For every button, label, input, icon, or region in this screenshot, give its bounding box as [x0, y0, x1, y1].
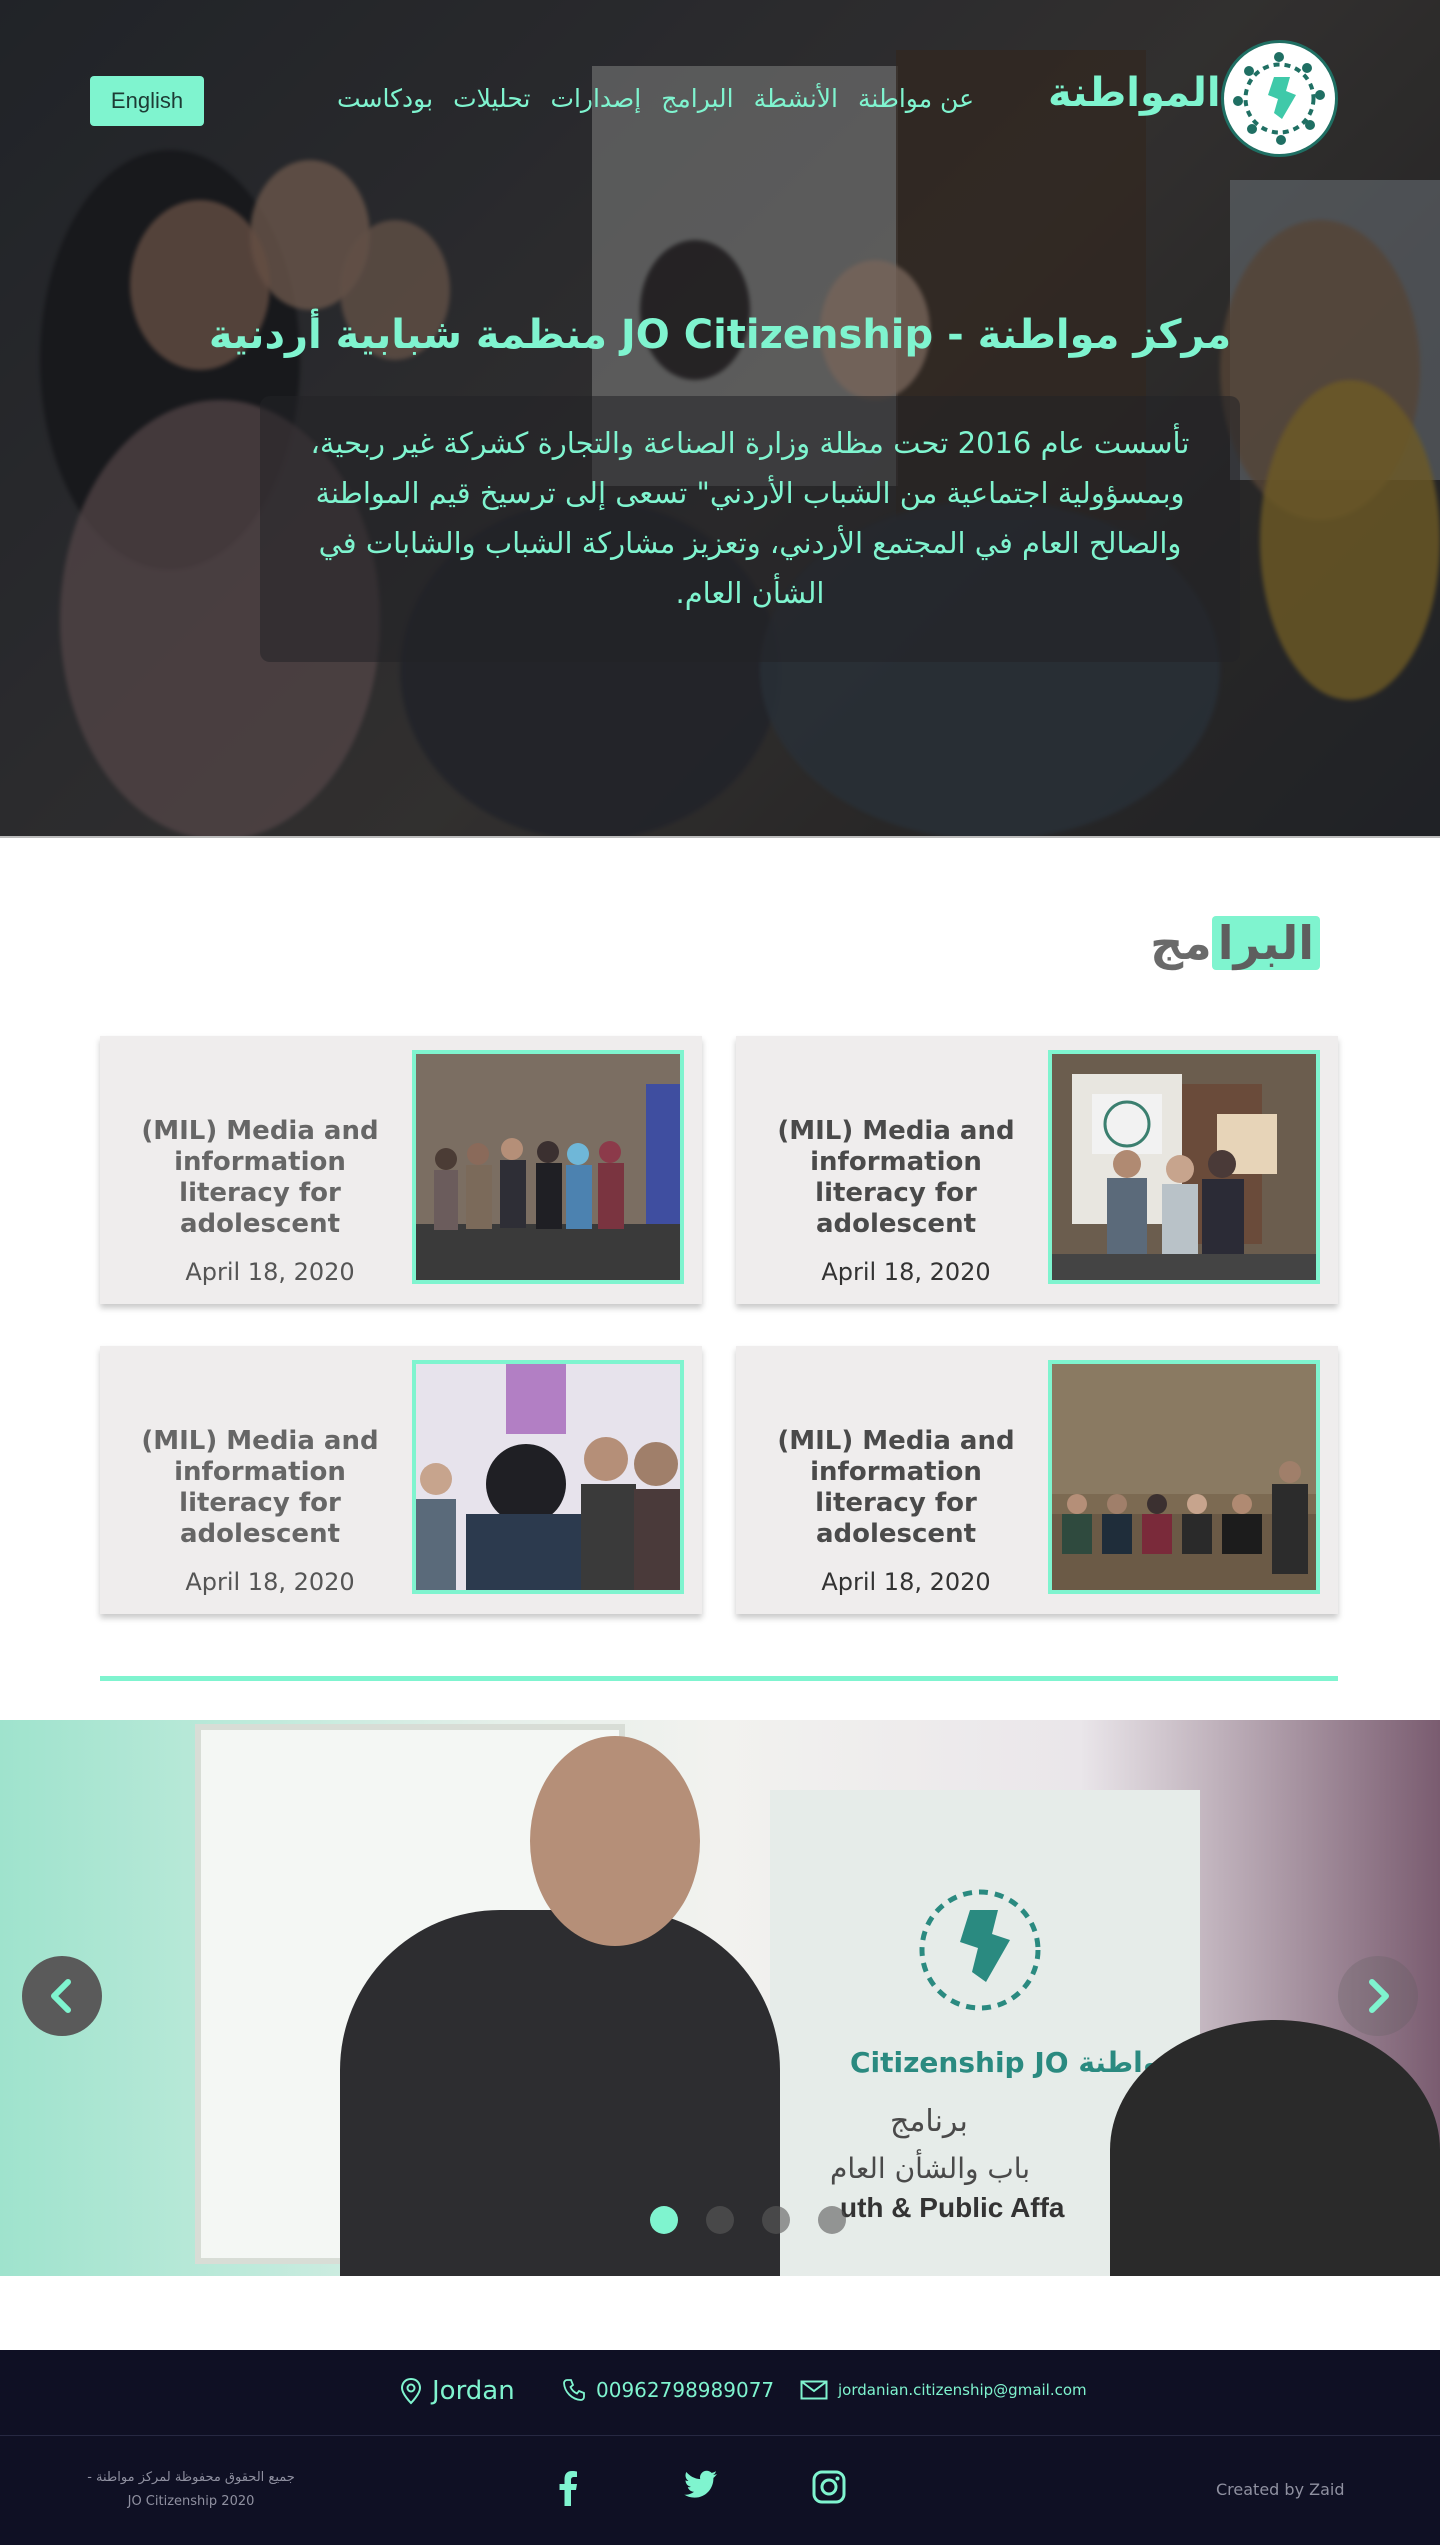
footer-copyright: جميع الحقوق محفوظة لمركز مواطنة - 2020 J…	[78, 2466, 304, 2514]
image-slider[interactable]: Citizenship JO مواطنة برنامج باب والشأن …	[0, 1720, 1440, 2276]
footer-location-text: Jordan	[432, 2376, 515, 2406]
slide-sign-line-en: uth & Public Affa	[840, 2192, 1065, 2223]
slider-dot[interactable]	[762, 2206, 790, 2234]
footer-email-text[interactable]: jordanian.citizenship@gmail.com	[838, 2381, 1087, 2399]
language-toggle-button[interactable]: English	[90, 76, 204, 126]
slide-sign-line: باب والشأن العام	[830, 2152, 1031, 2185]
copyright-line-2: 2020 JO Citizenship	[127, 2494, 255, 2509]
program-card-title[interactable]: (MIL) Media and information literacy for…	[756, 1426, 1036, 1550]
nav-activities[interactable]: الأنشطة	[754, 84, 838, 113]
program-card-title[interactable]: (MIL) Media and information literacy for…	[120, 1426, 400, 1550]
chevron-left-icon	[51, 1979, 71, 2013]
footer-phone-text[interactable]: 00962798989077	[596, 2378, 774, 2402]
programs-title-highlight: البرا	[1211, 916, 1320, 970]
location-pin-icon	[400, 2377, 422, 2405]
hero-description: تأسست عام 2016 تحت مظلة وزارة الصناعة وا…	[310, 426, 1190, 610]
program-card-image[interactable]	[1048, 1360, 1320, 1594]
copyright-line-1: جميع الحقوق محفوظة لمركز مواطنة -	[87, 2470, 295, 2485]
program-card-date: April 18, 2020	[821, 1568, 991, 1596]
nav-podcast[interactable]: بودكاست	[337, 84, 433, 113]
slider-prev-button[interactable]	[22, 1956, 102, 2036]
program-card-date: April 18, 2020	[185, 1568, 355, 1596]
programs-title-rest: مج	[1150, 916, 1212, 970]
program-card-image[interactable]	[412, 1360, 684, 1594]
nav-publications[interactable]: إصدارات	[550, 84, 641, 113]
slider-dots	[650, 2206, 846, 2234]
program-card-image[interactable]	[412, 1050, 684, 1284]
mail-icon	[800, 2380, 828, 2400]
twitter-icon[interactable]	[684, 2470, 718, 2504]
facebook-icon[interactable]	[556, 2470, 580, 2510]
chevron-right-icon	[1369, 1979, 1389, 2013]
main-menu: عن مواطنة الأنشطة البرامج إصدارات تحليلا…	[337, 84, 974, 113]
program-card-date: April 18, 2020	[821, 1258, 991, 1286]
slider-dot[interactable]	[818, 2206, 846, 2234]
phone-icon	[563, 2379, 585, 2401]
slide-sign-subtitle: برنامج	[890, 2104, 968, 2139]
nav-programs[interactable]: البرامج	[661, 84, 733, 113]
program-card[interactable]: (MIL) Media and information literacy for…	[100, 1036, 702, 1304]
footer-credit: Created by Zaid	[1216, 2480, 1345, 2499]
slider-next-button[interactable]	[1338, 1956, 1418, 2036]
footer-location: Jordan	[400, 2376, 515, 2406]
slider-dot[interactable]	[650, 2206, 678, 2234]
slide-sign-title: Citizenship JO مواطنة	[850, 2046, 1178, 2079]
program-card[interactable]: (MIL) Media and information literacy for…	[736, 1036, 1338, 1304]
footer-phone[interactable]: 00962798989077	[562, 2378, 774, 2402]
program-card-image[interactable]	[1048, 1050, 1320, 1284]
program-card-title[interactable]: (MIL) Media and information literacy for…	[120, 1116, 400, 1240]
program-card[interactable]: (MIL) Media and information literacy for…	[100, 1346, 702, 1614]
nav-about[interactable]: عن مواطنة	[858, 84, 974, 113]
logo-text[interactable]: المواطنة	[1048, 70, 1221, 116]
hero-title: مركز مواطنة - JO Citizenship منظمة شبابي…	[208, 312, 1232, 358]
program-card-date: April 18, 2020	[185, 1258, 355, 1286]
program-card[interactable]: (MIL) Media and information literacy for…	[736, 1346, 1338, 1614]
nav-analyses[interactable]: تحليلات	[453, 84, 530, 113]
program-card-title[interactable]: (MIL) Media and information literacy for…	[756, 1116, 1036, 1240]
footer-email[interactable]: jordanian.citizenship@gmail.com	[800, 2380, 1087, 2400]
instagram-icon[interactable]	[812, 2470, 846, 2508]
slide-logo-icon	[919, 1889, 1041, 2011]
programs-section-title: البرامج	[1150, 916, 1320, 970]
section-divider	[100, 1676, 1338, 1681]
logo-icon[interactable]	[1221, 40, 1338, 157]
slider-dot[interactable]	[706, 2206, 734, 2234]
